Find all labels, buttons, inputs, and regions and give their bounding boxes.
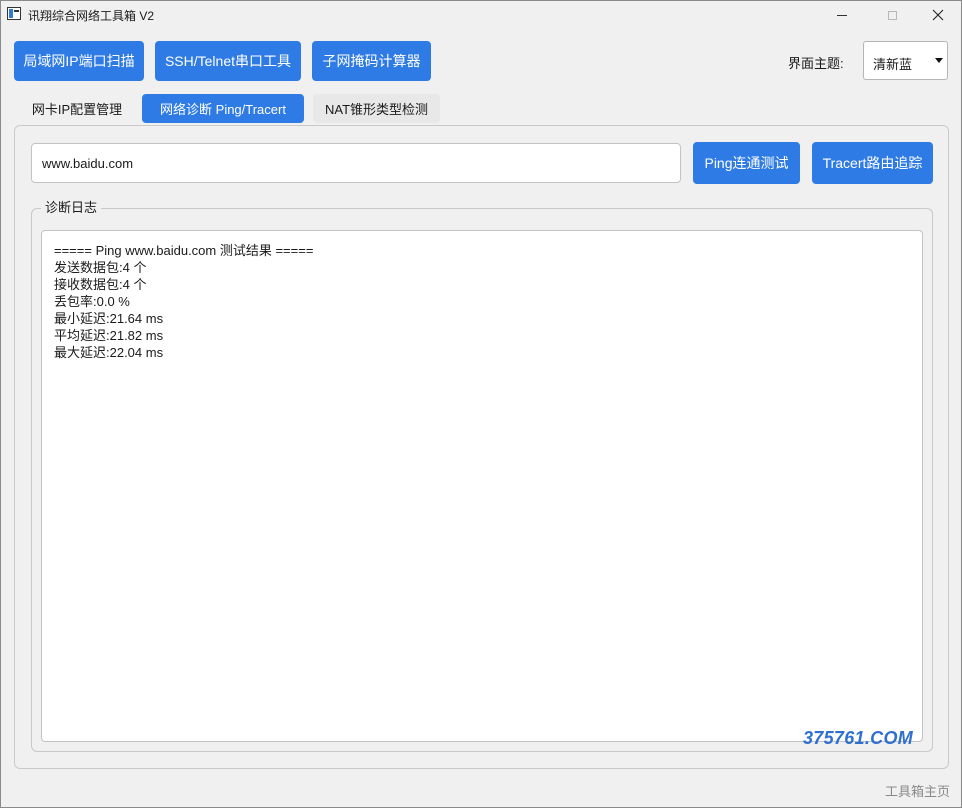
theme-select-value: 清新蓝 bbox=[873, 57, 913, 72]
tab-nic-ip-config[interactable]: 网卡IP配置管理 bbox=[21, 94, 133, 123]
close-icon bbox=[932, 9, 944, 21]
log-group-title: 诊断日志 bbox=[41, 197, 102, 216]
log-line: 最小延迟:21.64 ms bbox=[54, 311, 164, 326]
log-line: ===== Ping www.baidu.com 测试结果 ===== bbox=[54, 243, 314, 258]
ping-test-button[interactable]: Ping连通测试 bbox=[693, 142, 800, 184]
theme-label: 界面主题: bbox=[788, 56, 844, 71]
log-line: 丢包率:0.0 % bbox=[54, 294, 130, 309]
minimize-button[interactable] bbox=[819, 1, 865, 29]
maximize-icon bbox=[887, 10, 897, 20]
minimize-icon bbox=[837, 14, 847, 16]
chevron-down-icon bbox=[935, 58, 943, 63]
tab-nat-type-detection[interactable]: NAT锥形类型检测 bbox=[313, 94, 440, 123]
toolbox-home-link[interactable]: 工具箱主页 bbox=[885, 781, 950, 800]
log-line: 接收数据包:4 个 bbox=[54, 277, 147, 292]
log-line: 最大延迟:22.04 ms bbox=[54, 345, 164, 360]
lan-ip-port-scan-button[interactable]: 局域网IP端口扫描 bbox=[14, 41, 144, 81]
log-line: 发送数据包:4 个 bbox=[54, 260, 147, 275]
ssh-telnet-serial-button[interactable]: SSH/Telnet串口工具 bbox=[155, 41, 301, 81]
tracert-button[interactable]: Tracert路由追踪 bbox=[812, 142, 933, 184]
watermark: 375761.COM bbox=[803, 728, 914, 748]
diagnostic-log-textarea[interactable]: ===== Ping www.baidu.com 测试结果 ===== 发送数据… bbox=[41, 230, 923, 742]
log-line: 平均延迟:21.82 ms bbox=[54, 328, 164, 343]
close-button[interactable] bbox=[915, 1, 961, 29]
title-bar: 讯翔综合网络工具箱 V2 bbox=[1, 1, 961, 29]
target-host-input[interactable] bbox=[31, 143, 681, 183]
maximize-button[interactable] bbox=[869, 1, 915, 29]
app-window: 讯翔综合网络工具箱 V2 局域网IP端口扫描 SSH/Telnet串口工具 子网… bbox=[0, 0, 962, 808]
theme-select[interactable]: 清新蓝 bbox=[863, 41, 948, 80]
window-title: 讯翔综合网络工具箱 V2 bbox=[28, 9, 155, 23]
app-icon bbox=[7, 7, 21, 20]
tab-network-diagnostics[interactable]: 网络诊断 Ping/Tracert bbox=[142, 94, 304, 123]
subnet-calculator-button[interactable]: 子网掩码计算器 bbox=[312, 41, 431, 81]
